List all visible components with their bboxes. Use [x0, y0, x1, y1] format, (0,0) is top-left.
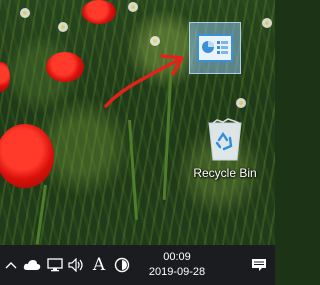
flower-stem [128, 119, 138, 220]
chevron-up-icon[interactable] [2, 245, 20, 285]
security-icon[interactable] [110, 245, 134, 285]
daisy-flower [58, 22, 68, 32]
recycle-bin-label: Recycle Bin [193, 166, 257, 180]
recycle-bin-shortcut[interactable]: Recycle Bin [182, 118, 268, 180]
taskbar: A 00:09 2019-09-28 [0, 245, 275, 285]
notification-center-icon[interactable] [243, 245, 275, 285]
network-icon[interactable] [44, 245, 66, 285]
daisy-flower [236, 98, 246, 108]
flower-stem [35, 184, 47, 245]
ime-icon[interactable]: A [88, 245, 110, 285]
daisy-flower [128, 2, 138, 12]
dashboard-app-icon [197, 34, 233, 62]
poppy-flower [46, 52, 84, 82]
onedrive-cloud-icon[interactable] [20, 245, 44, 285]
poppy-flower [82, 0, 116, 24]
volume-icon[interactable] [66, 245, 88, 285]
dashboard-shortcut-icon[interactable] [189, 22, 241, 74]
clock-time: 00:09 [163, 251, 191, 263]
poppy-flower [0, 62, 10, 92]
clock-date: 2019-09-28 [148, 266, 206, 278]
poppy-flower [0, 124, 54, 188]
daisy-flower [20, 8, 30, 18]
taskbar-clock[interactable]: 00:09 2019-09-28 [140, 245, 214, 285]
recycle-bin-icon [208, 118, 242, 161]
red-arrow-annotation [104, 54, 184, 108]
daisy-flower [262, 18, 272, 28]
